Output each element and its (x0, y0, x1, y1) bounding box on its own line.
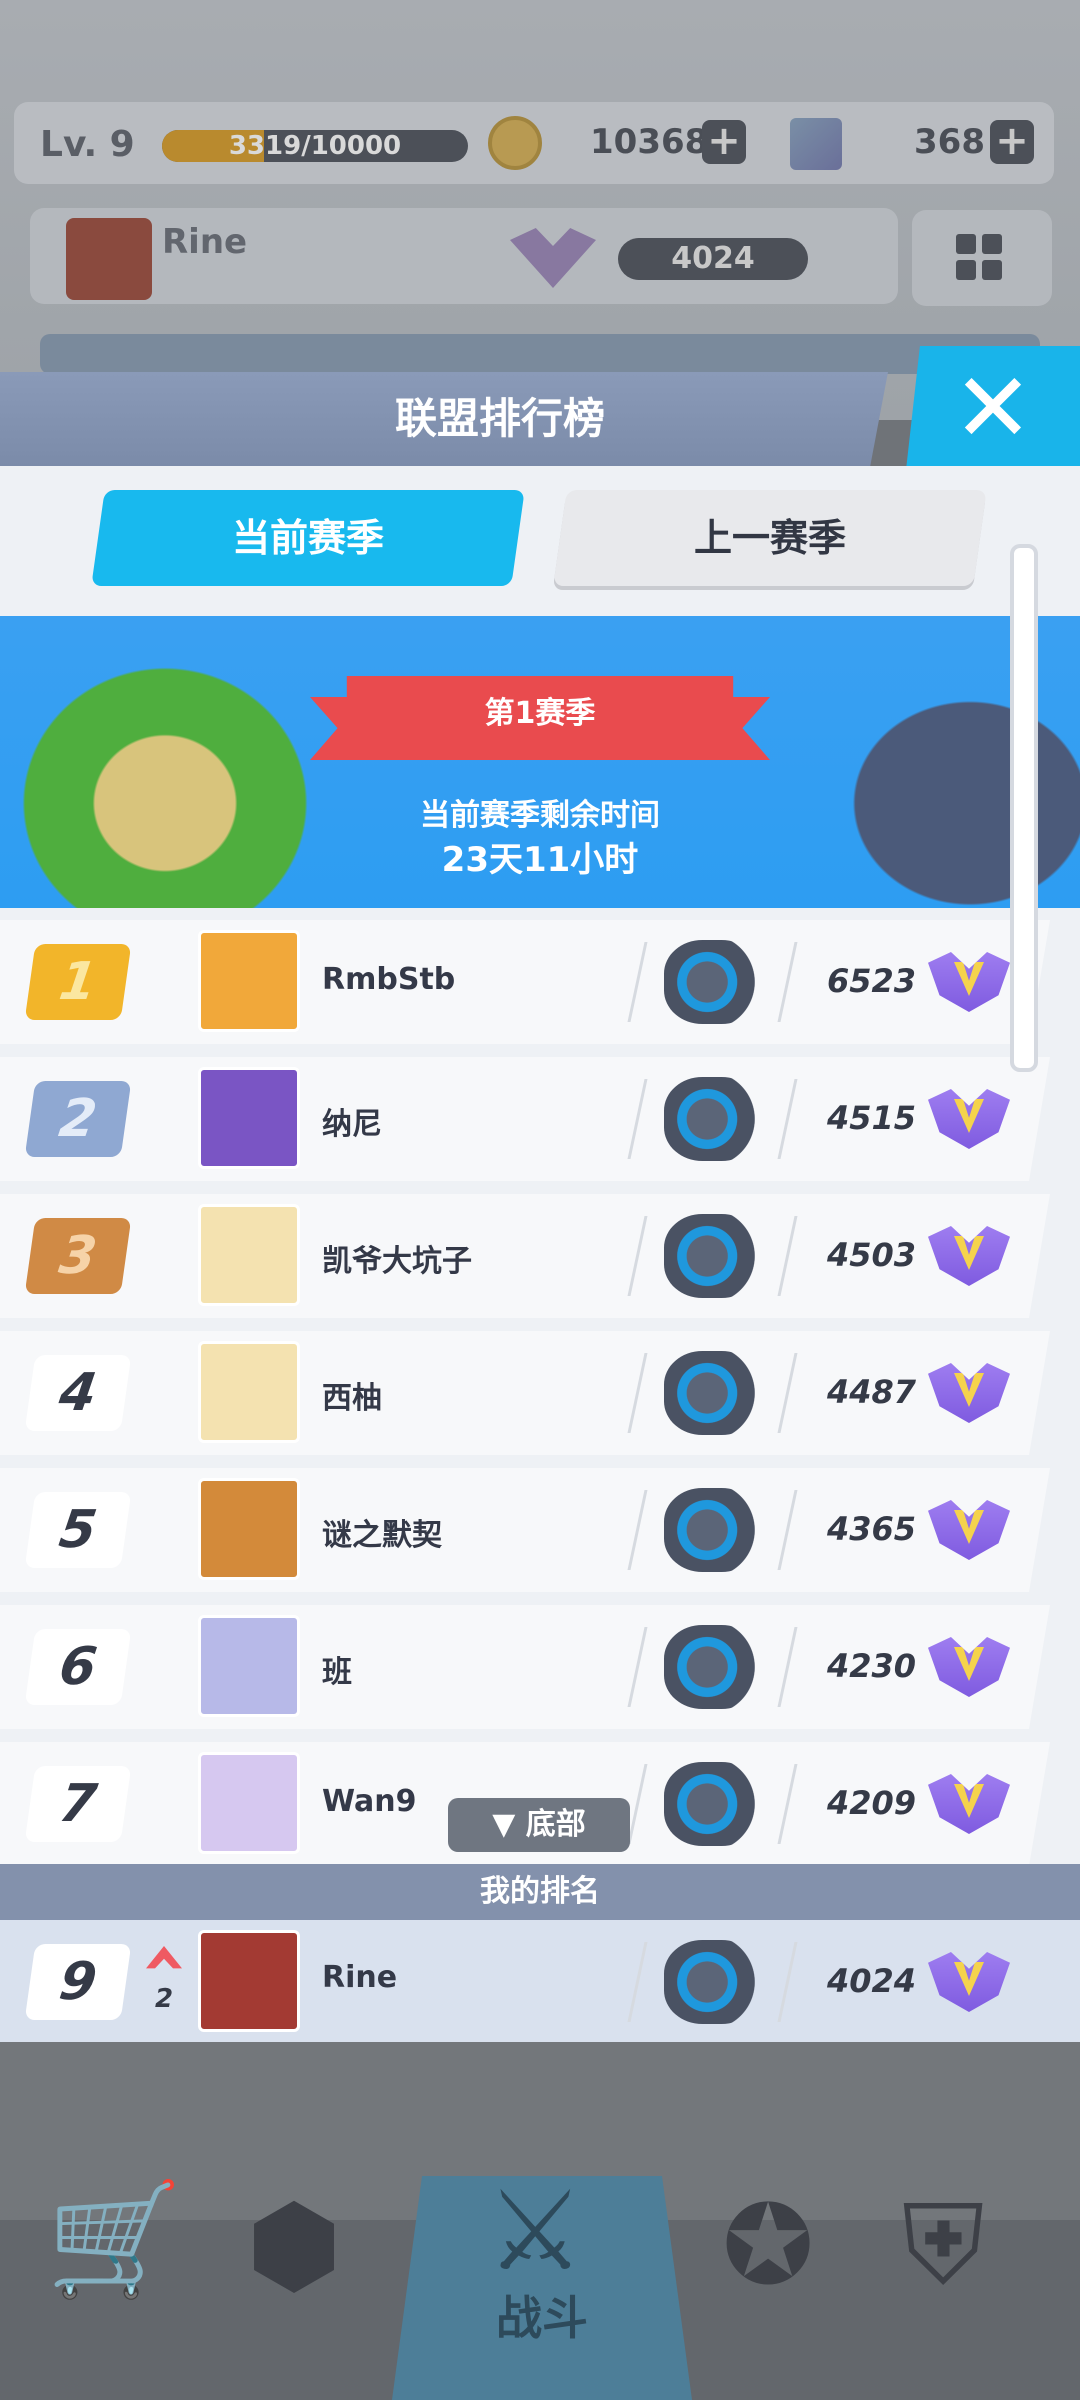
tab-current-season-label: 当前赛季 (231, 516, 384, 560)
menu-grid-button[interactable] (912, 210, 1052, 306)
battle-tab-label: 战斗 (496, 2291, 588, 2345)
tab-previous-season-label: 上一赛季 (693, 516, 846, 560)
mech-icon (664, 1625, 760, 1709)
player-score: 4487 (826, 1373, 916, 1411)
tab-previous-season[interactable]: 上一赛季 (553, 490, 987, 586)
mech-icon (664, 1214, 760, 1298)
player-score: 4230 (826, 1647, 916, 1685)
season-name: 第1赛季 (484, 696, 596, 731)
profile-avatar (66, 218, 152, 300)
mech-icon (664, 940, 760, 1024)
player-avatar (198, 1615, 300, 1717)
coin-icon (488, 116, 542, 170)
gem-icon (790, 118, 842, 170)
rank-number: 4 (24, 1355, 132, 1431)
rank-number: 6 (24, 1629, 132, 1705)
my-rank-header: 我的排名 (0, 1864, 1080, 1920)
rank-number: 7 (24, 1766, 132, 1842)
player-name: 谜之默契 (322, 1518, 442, 1553)
modal-title: 联盟排行榜 (394, 394, 605, 443)
my-rank-number: 9 (24, 1944, 132, 2020)
player-name: 凯爷大坑子 (322, 1244, 472, 1279)
alliance-shield-icon[interactable]: ⛨ (902, 2190, 985, 2300)
close-icon[interactable]: ✕ (906, 346, 1080, 470)
mech-icon (664, 1077, 760, 1161)
xp-progress-text: 3319/10000 (228, 131, 402, 161)
jump-to-bottom-button[interactable]: ▼ 底部 (448, 1798, 630, 1852)
mech-icon (664, 1940, 760, 2024)
player-name: RmbStb (322, 962, 456, 997)
player-level: Lv. 9 (40, 124, 135, 165)
coin-count: 10368 (590, 122, 709, 162)
rank-number: 1 (24, 944, 132, 1020)
mech-icon (664, 1488, 760, 1572)
mech-icon (664, 1762, 760, 1846)
player-score: 4209 (826, 1784, 916, 1822)
xp-progress-bar: 3319/10000 (162, 130, 468, 162)
my-name: Rine (322, 1960, 398, 1995)
my-rank-row[interactable] (0, 1920, 1080, 2042)
season-remain-label: 当前赛季剩余时间 (420, 798, 660, 833)
player-avatar (198, 1067, 300, 1169)
player-score: 4515 (826, 1099, 916, 1137)
rank-change: 2 (154, 1984, 174, 2014)
player-avatar (198, 1204, 300, 1306)
event-banner (40, 334, 1040, 374)
add-gems-button[interactable]: + (990, 120, 1034, 164)
crossed-swords-icon: ⚔ (486, 2167, 585, 2295)
profile-trophy-score: 4024 (618, 238, 808, 280)
player-name: 纳尼 (322, 1107, 382, 1142)
player-score: 4503 (826, 1236, 916, 1274)
rank-number: 5 (24, 1492, 132, 1568)
shop-cart-icon[interactable]: 🛒 (46, 2184, 183, 2294)
collection-icon[interactable]: ⬢ (246, 2190, 342, 2300)
add-coins-button[interactable]: + (702, 120, 746, 164)
player-name: Wan9 (322, 1784, 417, 1819)
season-remain-time: 23天11小时 (441, 840, 639, 880)
mech-icon (664, 1351, 760, 1435)
my-avatar (198, 1930, 300, 2032)
my-score: 4024 (826, 1962, 916, 2000)
rank-number: 3 (24, 1218, 132, 1294)
player-avatar (198, 1752, 300, 1854)
rank-number: 2 (24, 1081, 132, 1157)
gem-count: 368 (914, 122, 985, 162)
star-rank-icon[interactable]: ✪ (722, 2190, 814, 2300)
scrollbar[interactable] (1010, 544, 1038, 1072)
player-name: 西柚 (322, 1381, 382, 1416)
profile-name: Rine (162, 222, 248, 262)
player-score: 4365 (826, 1510, 916, 1548)
player-avatar (198, 930, 300, 1032)
player-avatar (198, 1341, 300, 1443)
player-score: 6523 (826, 962, 916, 1000)
player-avatar (198, 1478, 300, 1580)
player-name: 班 (322, 1655, 352, 1690)
tab-current-season[interactable]: 当前赛季 (91, 490, 525, 586)
grid-icon (956, 234, 976, 254)
